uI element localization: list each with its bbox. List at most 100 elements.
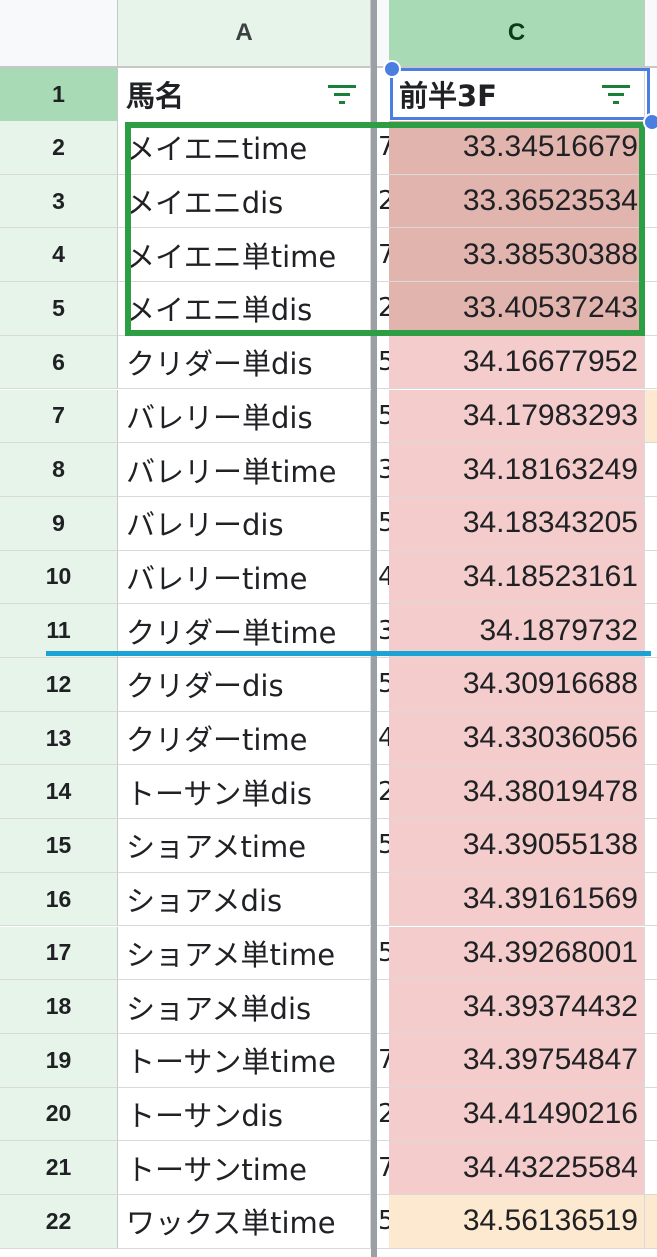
table-row: 12クリダーdis534.30916688 <box>0 658 657 712</box>
horse-name-cell[interactable]: ショアメdis <box>118 872 371 927</box>
horse-name-cell[interactable]: クリダー単time <box>118 604 371 658</box>
first-half-3f-cell[interactable]: 34.17983293 <box>389 389 645 444</box>
next-column-cell[interactable] <box>645 1087 657 1142</box>
next-column-cell[interactable] <box>645 550 657 605</box>
horse-name-cell[interactable]: トーサン単time <box>118 1033 371 1088</box>
row-number[interactable]: 20 <box>0 1087 118 1142</box>
next-column-cell[interactable] <box>645 496 657 551</box>
select-all-corner[interactable] <box>0 0 118 68</box>
next-column-cell[interactable] <box>645 1033 657 1088</box>
row-number[interactable]: 12 <box>0 658 118 712</box>
horse-name-cell[interactable]: ショアメ単dis <box>118 980 371 1034</box>
first-half-3f-cell[interactable]: 34.38019478 <box>389 765 645 820</box>
horse-name-cell[interactable]: ワックス単time <box>118 1195 371 1249</box>
next-column-cell[interactable] <box>645 1141 657 1195</box>
horse-name-cell[interactable]: トーサン単dis <box>118 765 371 820</box>
first-half-3f-cell[interactable]: 34.39374432 <box>389 980 645 1034</box>
next-column-cell[interactable] <box>645 711 657 766</box>
table-row: 8バレリー単time334.18163249 <box>0 443 657 497</box>
row-number[interactable]: 10 <box>0 550 118 605</box>
next-column-cell[interactable] <box>645 872 657 927</box>
table-row: 19トーサン単time734.39754847 <box>0 1033 657 1088</box>
next-column-cell[interactable] <box>645 1195 657 1249</box>
next-column-cell[interactable] <box>645 819 657 873</box>
filter-icon[interactable] <box>328 83 356 105</box>
first-half-3f-cell[interactable]: 34.18343205 <box>389 496 645 551</box>
row-number[interactable]: 2 <box>0 121 118 175</box>
table-row: 16 ショアメdis 34.39161569 <box>0 872 657 927</box>
next-column-cell[interactable] <box>645 604 657 658</box>
horse-name-cell[interactable]: トーサンtime <box>118 1141 371 1195</box>
highlight-box <box>125 122 645 336</box>
first-half-3f-cell[interactable]: 34.39754847 <box>389 1033 645 1088</box>
first-half-3f-cell[interactable]: 34.39055138 <box>389 819 645 873</box>
next-column-cell[interactable] <box>645 335 657 390</box>
row-number[interactable]: 15 <box>0 819 118 873</box>
table-row: 13クリダーtime434.33036056 <box>0 711 657 766</box>
horse-name-cell[interactable]: トーサンdis <box>118 1087 371 1142</box>
column-header-d[interactable] <box>645 0 657 68</box>
first-half-3f-cell[interactable]: 34.56136519 <box>389 1195 645 1249</box>
row-number[interactable]: 4 <box>0 228 118 283</box>
row-number[interactable]: 1 <box>0 68 118 122</box>
row-number[interactable]: 3 <box>0 174 118 229</box>
next-column-cell[interactable] <box>645 765 657 820</box>
next-column-cell[interactable] <box>645 980 657 1034</box>
first-half-3f-cell[interactable]: 34.18163249 <box>389 443 645 497</box>
horse-name-cell[interactable]: クリダーtime <box>118 711 371 766</box>
table-row: 10バレリーtime434.18523161 <box>0 550 657 605</box>
row-number[interactable]: 8 <box>0 443 118 497</box>
row-number[interactable]: 16 <box>0 872 118 927</box>
next-column-cell[interactable] <box>645 282 657 336</box>
table-row: 15ショアメtime534.39055138 <box>0 819 657 873</box>
selection-handle[interactable] <box>643 113 657 131</box>
first-half-3f-cell[interactable]: 34.41490216 <box>389 1087 645 1142</box>
first-half-3f-cell[interactable]: 34.39268001 <box>389 926 645 981</box>
first-half-3f-cell[interactable]: 34.33036056 <box>389 711 645 766</box>
horse-name-cell[interactable]: クリダーdis <box>118 658 371 712</box>
next-column-cell[interactable] <box>645 443 657 497</box>
table-row: 7バレリー単dis534.17983293 <box>0 389 657 444</box>
next-column-cell[interactable] <box>645 658 657 712</box>
first-half-3f-cell[interactable]: 34.39161569 <box>389 872 645 927</box>
active-cell-outline <box>390 68 650 120</box>
horse-name-header: 馬名 <box>126 79 185 114</box>
row-number[interactable]: 19 <box>0 1033 118 1088</box>
row-number[interactable]: 13 <box>0 711 118 766</box>
first-half-3f-cell[interactable]: 34.18523161 <box>389 550 645 605</box>
row-number[interactable]: 18 <box>0 980 118 1034</box>
first-half-3f-cell[interactable]: 34.16677952 <box>389 335 645 390</box>
next-column-cell[interactable] <box>645 228 657 283</box>
horse-name-cell[interactable]: クリダー単dis <box>118 335 371 390</box>
first-half-3f-cell[interactable]: 34.30916688 <box>389 658 645 712</box>
row-number[interactable]: 17 <box>0 926 118 981</box>
row-number[interactable]: 11 <box>0 604 118 658</box>
horse-name-cell[interactable]: ショアメtime <box>118 819 371 873</box>
row-number[interactable]: 6 <box>0 335 118 390</box>
horse-name-cell[interactable]: バレリー単time <box>118 443 371 497</box>
row-number[interactable]: 21 <box>0 1141 118 1195</box>
first-half-3f-cell[interactable]: 34.1879732 <box>389 604 645 658</box>
horse-name-cell[interactable]: バレリーtime <box>118 550 371 605</box>
row-number[interactable]: 9 <box>0 496 118 551</box>
row-number[interactable]: 5 <box>0 282 118 336</box>
selection-handle[interactable] <box>383 60 401 78</box>
row-number[interactable]: 22 <box>0 1195 118 1249</box>
row-number[interactable]: 7 <box>0 389 118 444</box>
table-row: 9バレリーdis534.18343205 <box>0 496 657 551</box>
next-column-cell[interactable] <box>645 926 657 981</box>
next-column-cell[interactable] <box>645 174 657 229</box>
column-header-c[interactable]: C <box>389 0 645 68</box>
horse-name-cell[interactable]: バレリーdis <box>118 496 371 551</box>
next-column-cell[interactable] <box>645 389 657 444</box>
spreadsheet-grid: A C 1 馬名 前半3F 2メイエニtime733.345166793メイエニ… <box>0 0 657 1257</box>
table-row: 21トーサンtime734.43225584 <box>0 1141 657 1195</box>
horse-name-cell[interactable]: バレリー単dis <box>118 389 371 444</box>
table-row: 14トーサン単dis234.38019478 <box>0 765 657 820</box>
table-row: 22ワックス単time534.56136519 <box>0 1195 657 1249</box>
cell-a1[interactable]: 馬名 <box>118 68 371 122</box>
column-header-a[interactable]: A <box>118 0 371 68</box>
first-half-3f-cell[interactable]: 34.43225584 <box>389 1141 645 1195</box>
row-number[interactable]: 14 <box>0 765 118 820</box>
horse-name-cell[interactable]: ショアメ単time <box>118 926 371 981</box>
